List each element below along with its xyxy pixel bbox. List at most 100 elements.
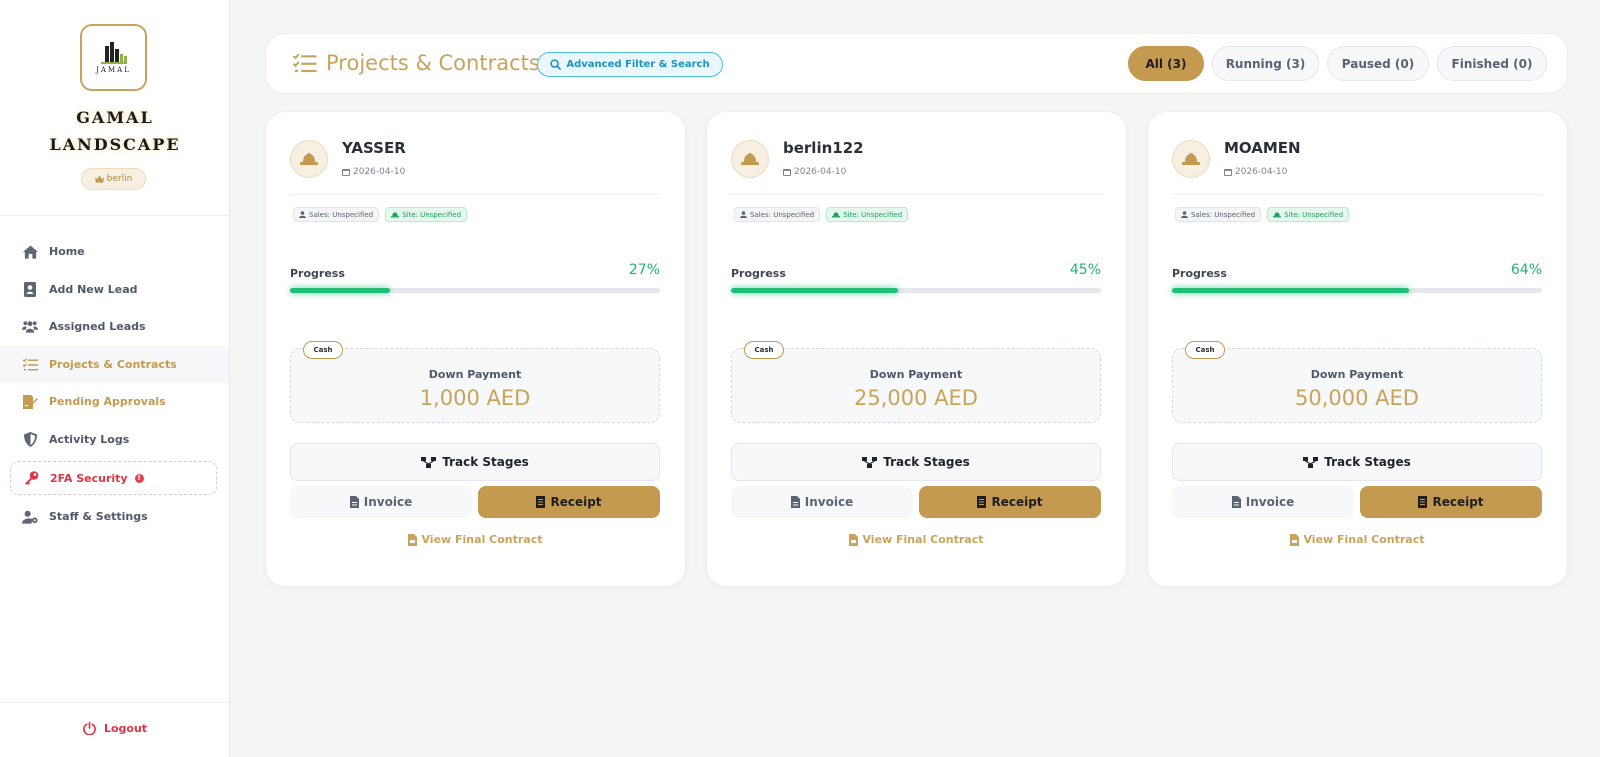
view-final-contract-link[interactable]: View Final Contract bbox=[266, 533, 685, 546]
sales-badge-text: Sales: Unspecified bbox=[750, 210, 815, 219]
track-stages-button[interactable]: Track Stages bbox=[731, 443, 1101, 481]
project-date-text: 2026-04-10 bbox=[353, 167, 406, 177]
site-badge: Site: Unspecified bbox=[826, 207, 909, 222]
signature-icon bbox=[22, 394, 38, 410]
sidebar-item-label: Assigned Leads bbox=[49, 320, 146, 334]
card-divider bbox=[1172, 194, 1542, 195]
sidebar-item-label: Staff & Settings bbox=[49, 510, 148, 524]
brand-name-line1: GAMAL bbox=[76, 108, 154, 127]
down-payment-label: Down Payment bbox=[1310, 368, 1404, 381]
receipt-button[interactable]: Receipt bbox=[919, 486, 1101, 518]
receipt-button[interactable]: Receipt bbox=[1360, 486, 1542, 518]
payment-type-badge: Cash bbox=[1185, 341, 1225, 359]
client-name: berlin122 bbox=[783, 139, 864, 157]
alert-icon: ! bbox=[134, 473, 144, 483]
down-payment-label: Down Payment bbox=[869, 368, 963, 381]
sidebar-item-label: 2FA Security bbox=[50, 471, 128, 485]
tab-paused[interactable]: Paused (0) bbox=[1327, 46, 1429, 81]
view-final-contract-link[interactable]: View Final Contract bbox=[707, 533, 1126, 546]
invoice-label: Invoice bbox=[1245, 495, 1295, 509]
tab-running[interactable]: Running (3) bbox=[1212, 46, 1319, 81]
view-final-contract-link[interactable]: View Final Contract bbox=[1148, 533, 1567, 546]
pdf-file-icon bbox=[849, 533, 859, 546]
brand-name-line2: LANDSCAPE bbox=[49, 135, 181, 154]
brand-logo[interactable]: JAMAL bbox=[80, 24, 147, 91]
user-icon bbox=[299, 211, 306, 218]
hard-hat-icon bbox=[1172, 140, 1210, 178]
sidebar-item-pending-approvals[interactable]: Pending Approvals bbox=[0, 383, 229, 421]
site-badge-text: Site: Unspecified bbox=[1284, 210, 1344, 219]
site-badge-text: Site: Unspecified bbox=[402, 210, 462, 219]
tasks-list-icon bbox=[292, 53, 317, 73]
sidebar-item-activity-logs[interactable]: Activity Logs bbox=[0, 421, 229, 459]
client-name: MOAMEN bbox=[1224, 139, 1301, 157]
page-header: Projects & Contracts Advanced Filter & S… bbox=[265, 33, 1568, 94]
sitemap-icon bbox=[862, 456, 878, 468]
down-payment-value: 1,000 AED bbox=[419, 386, 531, 410]
calendar-icon bbox=[1224, 169, 1232, 176]
sales-badge: Sales: Unspecified bbox=[734, 207, 821, 222]
down-payment-box: Cash Down Payment 1,000 AED bbox=[290, 341, 660, 423]
sales-badge: Sales: Unspecified bbox=[1175, 207, 1262, 222]
card-divider bbox=[290, 194, 660, 195]
progress-bar bbox=[731, 288, 1101, 293]
invoice-file-icon bbox=[349, 496, 359, 508]
site-badge-text: Site: Unspecified bbox=[843, 210, 903, 219]
invoice-button[interactable]: Invoice bbox=[1172, 486, 1354, 518]
progress-fill bbox=[290, 288, 390, 293]
progress-fill bbox=[1172, 288, 1409, 293]
logo-text: JAMAL bbox=[96, 65, 131, 74]
view-final-contract-label: View Final Contract bbox=[1303, 533, 1425, 546]
user-badge[interactable]: berlin bbox=[81, 168, 146, 190]
page-title: Projects & Contracts bbox=[326, 51, 540, 75]
sidebar-item-label: Pending Approvals bbox=[49, 395, 166, 409]
progress-label: Progress bbox=[731, 267, 786, 280]
track-stages-label: Track Stages bbox=[1324, 455, 1411, 469]
track-stages-label: Track Stages bbox=[442, 455, 529, 469]
sidebar-item-label: Add New Lead bbox=[49, 282, 138, 296]
project-date-text: 2026-04-10 bbox=[794, 167, 847, 177]
sidebar: JAMAL GAMAL LANDSCAPE berlin Home Add Ne… bbox=[0, 0, 230, 757]
sidebar-nav: Home Add New Lead Assigned Leads Project… bbox=[0, 233, 229, 536]
view-final-contract-label: View Final Contract bbox=[421, 533, 543, 546]
down-payment-value: 50,000 AED bbox=[1295, 386, 1419, 410]
card-divider bbox=[731, 194, 1101, 195]
sidebar-item-projects-contracts[interactable]: Projects & Contracts bbox=[0, 345, 229, 383]
receipt-button[interactable]: Receipt bbox=[478, 486, 660, 518]
payment-type-badge: Cash bbox=[744, 341, 784, 359]
tab-all[interactable]: All (3) bbox=[1128, 46, 1204, 81]
user-name: berlin bbox=[106, 174, 133, 184]
project-date-text: 2026-04-10 bbox=[1235, 167, 1288, 177]
down-payment-value: 25,000 AED bbox=[854, 386, 978, 410]
advanced-filter-button[interactable]: Advanced Filter & Search bbox=[537, 52, 723, 77]
invoice-button[interactable]: Invoice bbox=[290, 486, 472, 518]
logout-button[interactable]: Logout bbox=[0, 722, 230, 735]
calendar-icon bbox=[783, 169, 791, 176]
sidebar-item-assigned-leads[interactable]: Assigned Leads bbox=[0, 308, 229, 346]
project-card: YASSER 2026-04-10 Sales: Unspecified Sit… bbox=[265, 111, 686, 587]
progress-bar bbox=[1172, 288, 1542, 293]
sidebar-item-add-new-lead[interactable]: Add New Lead bbox=[0, 271, 229, 309]
invoice-button[interactable]: Invoice bbox=[731, 486, 913, 518]
page-title-group: Projects & Contracts bbox=[292, 51, 540, 75]
pdf-file-icon bbox=[1290, 533, 1300, 546]
track-stages-button[interactable]: Track Stages bbox=[1172, 443, 1542, 481]
progress-fill bbox=[731, 288, 898, 293]
receipt-label: Receipt bbox=[550, 495, 602, 509]
progress-label: Progress bbox=[1172, 267, 1227, 280]
receipt-label: Receipt bbox=[1432, 495, 1484, 509]
invoice-label: Invoice bbox=[804, 495, 854, 509]
sidebar-item-2fa-security[interactable]: 2FA Security ! bbox=[10, 461, 217, 495]
hard-hat-icon bbox=[1273, 212, 1282, 217]
view-final-contract-label: View Final Contract bbox=[862, 533, 984, 546]
site-badge: Site: Unspecified bbox=[385, 207, 468, 222]
tab-finished[interactable]: Finished (0) bbox=[1437, 46, 1547, 81]
track-stages-button[interactable]: Track Stages bbox=[290, 443, 660, 481]
calendar-icon bbox=[342, 169, 350, 176]
sidebar-item-staff-settings[interactable]: Staff & Settings bbox=[0, 498, 229, 536]
pdf-file-icon bbox=[408, 533, 418, 546]
sidebar-item-home[interactable]: Home bbox=[0, 233, 229, 271]
hard-hat-icon bbox=[731, 140, 769, 178]
shield-icon bbox=[22, 431, 38, 447]
project-card: berlin122 2026-04-10 Sales: Unspecified … bbox=[706, 111, 1127, 587]
